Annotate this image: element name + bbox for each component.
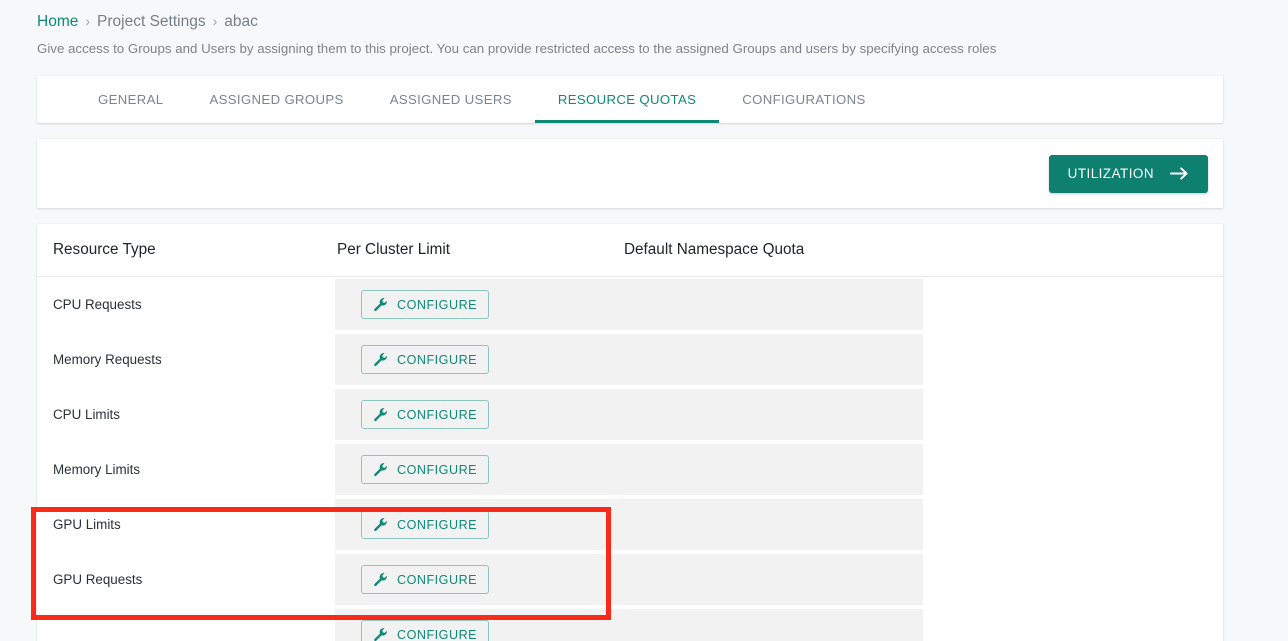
breadcrumb-project-settings[interactable]: Project Settings bbox=[97, 13, 206, 30]
wrench-icon bbox=[373, 407, 388, 422]
configure-button-label: CONFIGURE bbox=[397, 407, 478, 422]
page-root: Home › Project Settings › abac Give access t… bbox=[0, 0, 1288, 641]
cell-per-cluster-limit: CONFIGURE bbox=[335, 290, 622, 319]
configure-button[interactable]: CONFIGURE bbox=[361, 510, 490, 539]
configure-button[interactable]: CONFIGURE bbox=[361, 455, 490, 484]
configure-button-label: CONFIGURE bbox=[397, 462, 478, 477]
cell-per-cluster-limit: CONFIGURE bbox=[335, 510, 622, 539]
tab-list: GENERAL ASSIGNED GROUPS ASSIGNED USERS R… bbox=[37, 76, 1223, 123]
configure-button-label: CONFIGURE bbox=[397, 352, 478, 367]
utilization-button[interactable]: UTILIZATION bbox=[1048, 154, 1208, 193]
table-row: CPU Limits CONFIGURE bbox=[37, 387, 1223, 442]
configure-button[interactable]: CONFIGURE bbox=[361, 565, 490, 594]
configure-button-label: CONFIGURE bbox=[397, 627, 478, 641]
table-row: CONFIGURE bbox=[37, 607, 1223, 641]
table-row: CPU Requests CONFIGURE bbox=[37, 277, 1223, 332]
table-row: GPU Requests CONFIGURE bbox=[37, 552, 1223, 607]
cell-resource-type: GPU Requests bbox=[53, 572, 143, 587]
cell-resource-type: CPU Requests bbox=[53, 297, 142, 312]
page-description: Give access to Groups and Users by assig… bbox=[37, 41, 997, 56]
arrow-right-icon bbox=[1170, 166, 1189, 181]
table-row: Memory Limits CONFIGURE bbox=[37, 442, 1223, 497]
utilization-card: UTILIZATION bbox=[37, 139, 1223, 208]
wrench-icon bbox=[373, 517, 388, 532]
breadcrumb-current-project: abac bbox=[224, 13, 258, 30]
configure-button[interactable]: CONFIGURE bbox=[361, 345, 490, 374]
breadcrumb-separator-2: › bbox=[212, 13, 218, 29]
wrench-icon bbox=[373, 627, 388, 641]
cell-resource-type: Memory Limits bbox=[53, 462, 141, 477]
cell-per-cluster-limit: CONFIGURE bbox=[335, 620, 622, 641]
wrench-icon bbox=[373, 352, 388, 367]
configure-button[interactable]: CONFIGURE bbox=[361, 400, 490, 429]
cell-per-cluster-limit: CONFIGURE bbox=[335, 455, 622, 484]
cell-per-cluster-limit: CONFIGURE bbox=[335, 345, 622, 374]
table-body: CPU Requests CONFIGURE Memory Requests CONF… bbox=[37, 277, 1223, 641]
tab-bar-card: GENERAL ASSIGNED GROUPS ASSIGNED USERS R… bbox=[37, 76, 1223, 123]
table-row: Memory Requests CONFIGURE bbox=[37, 332, 1223, 387]
configure-button[interactable]: CONFIGURE bbox=[361, 620, 490, 641]
column-header-resource-type: Resource Type bbox=[53, 241, 156, 258]
cell-per-cluster-limit: CONFIGURE bbox=[335, 400, 622, 429]
table-row: GPU Limits CONFIGURE bbox=[37, 497, 1223, 552]
breadcrumb-separator-1: › bbox=[85, 13, 91, 29]
utilization-toolbar: UTILIZATION bbox=[37, 139, 1223, 208]
cell-resource-type: GPU Limits bbox=[53, 517, 121, 532]
breadcrumb-home-link[interactable]: Home bbox=[37, 13, 78, 30]
configure-button[interactable]: CONFIGURE bbox=[361, 290, 490, 319]
configure-button-label: CONFIGURE bbox=[397, 572, 478, 587]
wrench-icon bbox=[373, 297, 388, 312]
cell-resource-type: CPU Limits bbox=[53, 407, 120, 422]
configure-button-label: CONFIGURE bbox=[397, 517, 478, 532]
configure-button-label: CONFIGURE bbox=[397, 297, 478, 312]
tab-assigned-groups[interactable]: ASSIGNED GROUPS bbox=[186, 76, 366, 123]
wrench-icon bbox=[373, 572, 388, 587]
tab-configurations[interactable]: CONFIGURATIONS bbox=[719, 76, 888, 123]
table-header-row: Resource Type Per Cluster Limit Default … bbox=[37, 224, 1223, 277]
tab-general[interactable]: GENERAL bbox=[75, 76, 186, 123]
tab-resource-quotas[interactable]: RESOURCE QUOTAS bbox=[534, 76, 720, 123]
column-header-default-namespace-quota: Default Namespace Quota bbox=[624, 241, 805, 258]
breadcrumb: Home › Project Settings › abac bbox=[37, 11, 258, 32]
wrench-icon bbox=[373, 462, 388, 477]
column-header-per-cluster-limit: Per Cluster Limit bbox=[337, 241, 451, 258]
resource-quotas-table-card: Resource Type Per Cluster Limit Default … bbox=[37, 224, 1223, 641]
cell-resource-type: Memory Requests bbox=[53, 352, 162, 367]
utilization-button-label: UTILIZATION bbox=[1067, 166, 1154, 181]
cell-per-cluster-limit: CONFIGURE bbox=[335, 565, 622, 594]
tab-assigned-users[interactable]: ASSIGNED USERS bbox=[367, 76, 535, 123]
